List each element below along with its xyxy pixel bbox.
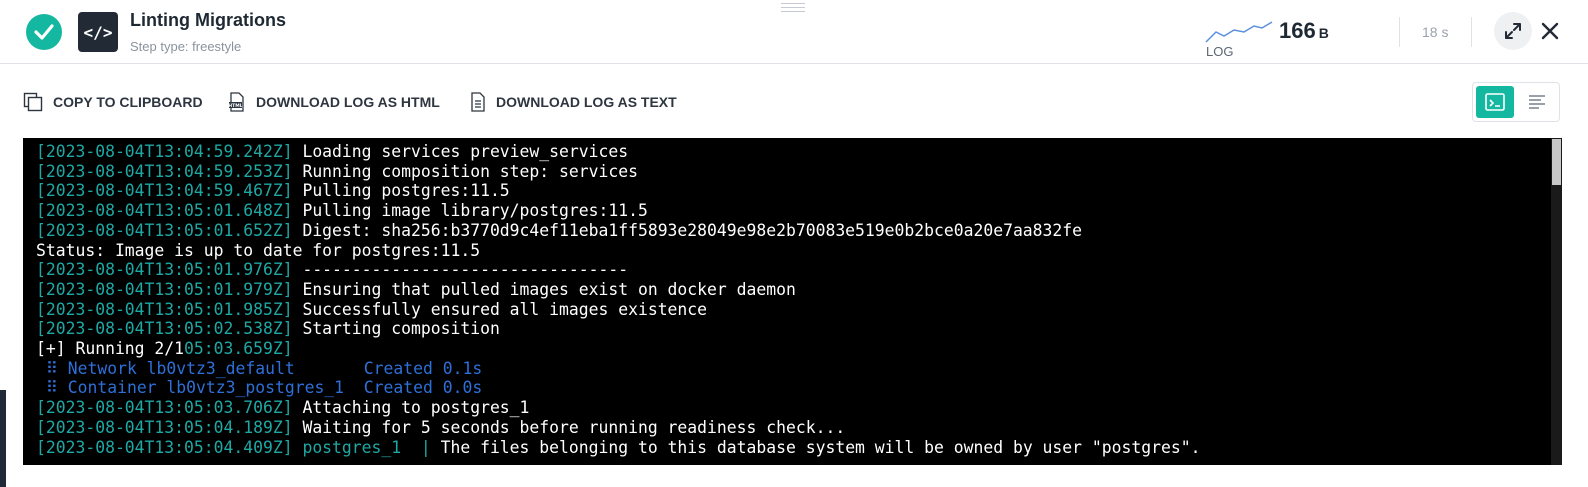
log-line: [2023-08-04T13:05:01.652Z] Digest: sha25… xyxy=(36,220,1083,240)
log-size-unit: B xyxy=(1318,25,1329,41)
expand-button[interactable] xyxy=(1494,12,1532,50)
download-text-label: DOWNLOAD LOG AS TEXT xyxy=(496,94,677,110)
terminal-icon xyxy=(1485,93,1505,111)
divider xyxy=(1399,17,1400,47)
log-toolbar: COPY TO CLIPBOARD HTML DOWNLOAD LOG AS H… xyxy=(0,64,1588,138)
align-left-icon xyxy=(1529,95,1545,109)
step-title: Linting Migrations xyxy=(130,10,286,30)
log-line: Status: Image is up to date for postgres… xyxy=(36,240,481,260)
download-html-button[interactable]: HTML DOWNLOAD LOG AS HTML xyxy=(228,92,440,112)
scrollbar[interactable] xyxy=(1551,138,1562,465)
log-line: ⠿ Container lb0vtz3_postgres_1 Created 0… xyxy=(36,378,483,398)
log-line: [2023-08-04T13:04:59.242Z] Loading servi… xyxy=(36,142,629,161)
log-line: [2023-08-04T13:05:02.538Z] Starting comp… xyxy=(36,319,500,339)
log-line: [2023-08-04T13:04:59.467Z] Pulling postg… xyxy=(36,181,510,201)
log-label: LOG xyxy=(1206,44,1234,59)
step-header: </> Linting Migrations Step type: freest… xyxy=(0,0,1588,64)
terminal-view-button[interactable] xyxy=(1476,86,1514,118)
html-file-icon: HTML xyxy=(228,92,244,112)
log-output: [2023-08-04T13:04:59.242Z] Loading servi… xyxy=(36,142,1200,465)
log-line: [2023-08-04T13:05:04.189Z] Waiting for 5… xyxy=(36,417,846,437)
step-type: Step type: freestyle xyxy=(130,39,242,54)
text-view-button[interactable] xyxy=(1518,86,1556,118)
download-text-button[interactable]: DOWNLOAD LOG AS TEXT xyxy=(470,92,677,112)
background-strip xyxy=(0,390,6,487)
drag-handle-icon[interactable] xyxy=(781,3,805,13)
expand-icon xyxy=(1505,23,1521,39)
log-line: [2023-08-04T13:05:03.706Z] Attaching to … xyxy=(36,398,530,418)
log-line: [2023-08-04T13:05:04.409Z] postgres_1 | … xyxy=(36,437,1201,457)
divider xyxy=(1471,17,1472,47)
log-size-value: 166 xyxy=(1279,18,1316,43)
download-html-label: DOWNLOAD LOG AS HTML xyxy=(256,94,440,110)
copy-icon xyxy=(23,92,43,112)
log-line: [2023-08-04T13:05:01.648Z] Pulling image… xyxy=(36,201,648,221)
code-icon: </> xyxy=(78,12,118,52)
log-line: [2023-08-04T13:05:01.985Z] Successfully … xyxy=(36,299,708,319)
log-terminal[interactable]: [2023-08-04T13:04:59.242Z] Loading servi… xyxy=(23,138,1562,465)
close-button[interactable] xyxy=(1536,16,1564,46)
view-mode-toggle xyxy=(1472,82,1560,122)
svg-text:HTML: HTML xyxy=(228,103,242,109)
scrollbar-thumb[interactable] xyxy=(1552,139,1561,185)
close-icon xyxy=(1541,22,1559,40)
log-line: [2023-08-04T13:05:01.976Z] -------------… xyxy=(36,260,629,280)
log-line: [+] Running 2/105:03.659Z] xyxy=(36,339,293,359)
text-file-icon xyxy=(471,92,485,112)
log-size: 166 B xyxy=(1279,18,1329,44)
log-line: ⠿ Network lb0vtz3_default Created 0.1s xyxy=(36,358,483,378)
log-sparkline-icon xyxy=(1205,21,1273,43)
log-line: [2023-08-04T13:04:59.253Z] Running compo… xyxy=(36,161,638,181)
log-line: [2023-08-04T13:05:01.979Z] Ensuring that… xyxy=(36,279,796,299)
step-duration: 18 s xyxy=(1422,24,1449,40)
copy-to-clipboard-button[interactable]: COPY TO CLIPBOARD xyxy=(23,92,203,112)
check-circle-icon xyxy=(26,14,62,50)
copy-label: COPY TO CLIPBOARD xyxy=(53,94,203,110)
